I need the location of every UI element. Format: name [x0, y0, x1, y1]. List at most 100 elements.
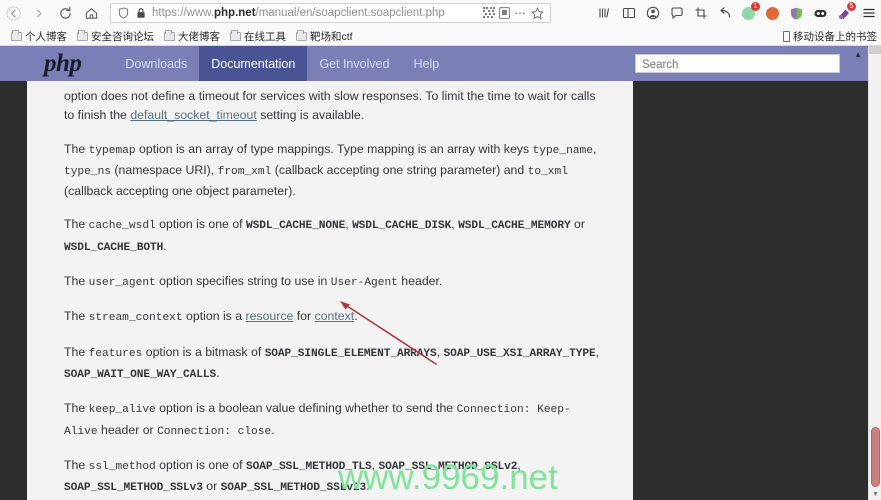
text-run: . — [216, 365, 220, 380]
link-context[interactable]: context — [315, 309, 355, 323]
site-nav-documentation[interactable]: Documentation — [199, 46, 308, 81]
folder-icon — [164, 29, 175, 41]
forward-button[interactable] — [26, 1, 52, 25]
const-wsdl-cache-both: WSDL_CACHE_BOTH — [64, 241, 164, 254]
const-soap-ssl-method-sslv3: SOAP_SSL_METHOD_SSLv3 — [64, 482, 203, 495]
extension-purple-icon[interactable]: 5 — [834, 1, 856, 24]
code-ssl-method: ssl_method — [88, 460, 156, 473]
text-run: The — [64, 401, 89, 416]
code-type-name: type_name — [532, 144, 593, 157]
url-text[interactable]: https://www.php.net/manual/en/soapclient… — [149, 7, 483, 19]
code-keep-alive: keep_alive — [88, 404, 156, 417]
code-typemap: typemap — [88, 144, 136, 157]
text-run: (namespace URI), — [111, 162, 218, 177]
paragraph-cache-wsdl: The cache_wsdl option is one of WSDL_CAC… — [64, 215, 601, 258]
code-stream-context: stream_context — [88, 312, 183, 325]
const-soap-ssl-method-tls: SOAP_SSL_METHOD_TLS — [246, 460, 372, 473]
text-run: option is a bitmask of — [142, 344, 265, 359]
text-run: , — [595, 344, 600, 359]
viewport-gutter-left — [0, 81, 27, 500]
text-run: , — [436, 344, 444, 359]
extension-black-icon[interactable] — [810, 3, 831, 24]
text-run: option is one of — [155, 457, 246, 472]
site-nav-downloads[interactable]: Downloads — [113, 46, 199, 81]
chat-icon[interactable] — [666, 3, 687, 24]
search-input[interactable] — [636, 56, 839, 74]
text-run: , — [592, 141, 597, 156]
link-resource[interactable]: resource — [246, 309, 294, 323]
bookmark-label: 大佬博客 — [178, 30, 220, 43]
const-wsdl-cache-disk: WSDL_CACHE_DISK — [352, 220, 452, 233]
account-icon[interactable] — [642, 3, 663, 24]
link-default-socket-timeout[interactable]: default_socket_timeout — [130, 108, 256, 122]
paragraph-stream-context: The stream_context option is a resource … — [64, 307, 601, 328]
const-wsdl-cache-none: WSDL_CACHE_NONE — [246, 220, 346, 233]
folder-icon — [77, 29, 88, 41]
scrollbar-down-arrow-icon[interactable]: ▼ — [872, 491, 879, 498]
text-run: The — [64, 274, 89, 289]
page-scrollbar[interactable]: ▼ — [868, 46, 881, 500]
paragraph-timeout: option does not define a timeout for ser… — [64, 87, 601, 126]
hamburger-menu-icon[interactable] — [858, 3, 879, 24]
text-run: option is an array of type mappings. Typ… — [135, 141, 533, 156]
navigation-toolbar: https://www.php.net/manual/en/soapclient… — [0, 0, 881, 26]
star-bookmark-icon[interactable] — [531, 6, 544, 20]
url-bar[interactable]: https://www.php.net/manual/en/soapclient… — [110, 3, 551, 23]
text-run: option specifies string to use in — [155, 274, 331, 289]
php-logo[interactable]: php — [44, 50, 82, 78]
scrollbar-track-top — [869, 46, 881, 54]
text-run: The — [64, 344, 89, 359]
text-run: or — [202, 479, 221, 494]
const-soap-ssl-method-sslv2: SOAP_SSL_METHOD_SSLv2 — [378, 460, 518, 473]
paragraph-ssl-method: The ssl_method option is one of SOAP_SSL… — [64, 456, 601, 499]
text-run: . — [163, 238, 167, 253]
extension-green-icon[interactable]: 1 — [738, 1, 760, 24]
bookmark-item[interactable]: 大佬博客 — [159, 27, 225, 45]
text-run: The — [64, 309, 89, 324]
browser-toolbar-icons: 1 5 — [594, 0, 879, 26]
padlock-icon[interactable] — [132, 7, 149, 19]
code-type-ns: type_ns — [64, 165, 111, 178]
save-to-pocket-icon[interactable] — [499, 7, 510, 19]
reload-button[interactable] — [52, 1, 78, 25]
library-icon[interactable] — [594, 3, 615, 24]
folder-icon — [296, 29, 307, 41]
const-wsdl-cache-memory: WSDL_CACHE_MEMORY — [458, 220, 571, 233]
undo-icon[interactable] — [714, 3, 735, 24]
bookmark-item[interactable]: 在线工具 — [225, 27, 291, 45]
extension-orange-icon[interactable] — [762, 3, 783, 24]
reader-view-icon[interactable] — [483, 7, 495, 19]
browser-window: https://www.php.net/manual/en/soapclient… — [0, 0, 881, 500]
site-search-box[interactable] — [635, 54, 840, 74]
paragraph-user-agent: The user_agent option specifies string t… — [64, 272, 601, 293]
page-viewport: php Downloads Documentation Get Involved… — [0, 46, 881, 500]
extension-shield-icon[interactable] — [786, 3, 807, 24]
bookmark-item[interactable]: 靶场和ctf — [291, 27, 358, 45]
const-soap-wait-one-way-calls: SOAP_WAIT_ONE_WAY_CALLS — [64, 368, 217, 381]
text-run: option is one of — [155, 217, 246, 232]
text-run: The — [64, 141, 89, 156]
home-button[interactable] — [78, 1, 104, 25]
site-nav-help[interactable]: Help — [402, 46, 452, 81]
site-nav-links: Downloads Documentation Get Involved Hel… — [113, 46, 451, 81]
text-run: or — [570, 217, 585, 232]
text-run: (callback accepting one string parameter… — [271, 162, 528, 177]
screenshot-icon[interactable] — [690, 3, 711, 24]
text-run: setting is available. — [256, 108, 365, 123]
sidebar-icon[interactable] — [618, 3, 639, 24]
mobile-device-icon — [783, 30, 790, 42]
extension-purple-badge: 5 — [847, 1, 856, 11]
site-nav-get-involved[interactable]: Get Involved — [307, 46, 401, 81]
tracking-protection-icon[interactable] — [115, 7, 132, 19]
code-user-agent: user_agent — [88, 277, 156, 290]
back-button[interactable] — [0, 1, 26, 25]
const-soap-use-xsi-array-type: SOAP_USE_XSI_ARRAY_TYPE — [443, 347, 596, 360]
scroll-up-arrow-icon[interactable]: ▲ — [854, 50, 862, 59]
page-actions-icon[interactable]: ⋯ — [514, 6, 527, 20]
bookmark-item[interactable]: 个人博客 — [6, 27, 72, 45]
bookmark-item[interactable]: 安全咨询论坛 — [72, 27, 159, 45]
scrollbar-thumb[interactable] — [871, 427, 880, 487]
code-from-xml: from_xml — [217, 165, 272, 178]
folder-icon — [11, 29, 22, 41]
mobile-bookmarks-item[interactable]: 移动设备上的书签 — [783, 29, 877, 44]
